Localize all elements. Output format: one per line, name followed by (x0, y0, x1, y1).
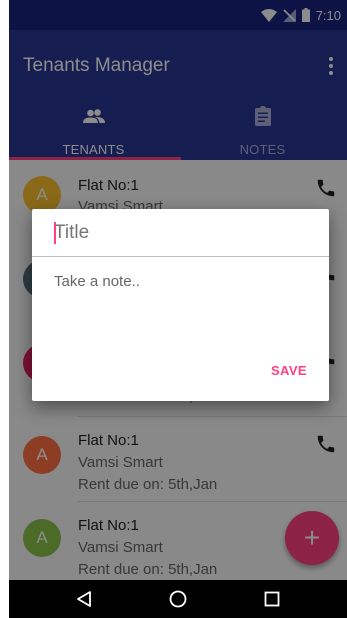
home-icon[interactable] (158, 580, 198, 618)
back-icon[interactable] (64, 580, 104, 618)
save-button[interactable]: SAVE (267, 359, 311, 381)
app-screen: 7:10 Tenants Manager TENANTS NOTES A Fla… (9, 0, 347, 618)
note-body-input[interactable] (32, 261, 329, 341)
navigation-bar (9, 580, 347, 618)
text-cursor (54, 222, 56, 244)
note-title-input[interactable] (32, 209, 329, 257)
recents-icon[interactable] (252, 580, 292, 618)
add-note-dialog: SAVE (32, 209, 329, 401)
